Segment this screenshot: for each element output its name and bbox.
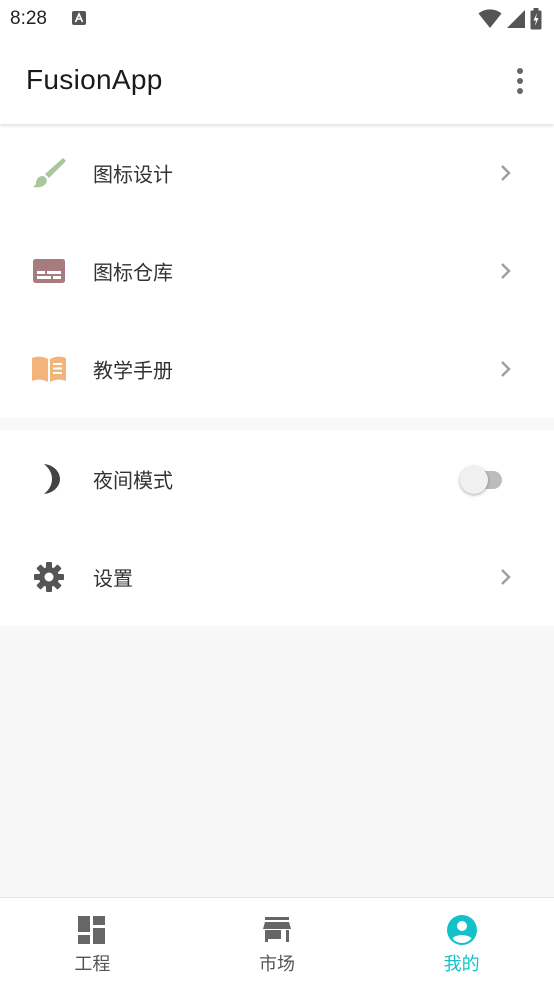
menu-item-label: 夜间模式 bbox=[93, 468, 173, 493]
menu-item-label: 教学手册 bbox=[93, 358, 173, 383]
dashboard-icon bbox=[78, 916, 106, 944]
store-icon bbox=[263, 917, 291, 942]
nav-label: 我的 bbox=[443, 954, 480, 975]
menu-item-settings[interactable]: 设置 bbox=[0, 528, 554, 626]
menu-item-icon-repository[interactable]: 图标仓库 bbox=[0, 222, 554, 320]
wifi-icon bbox=[478, 9, 502, 28]
nav-label: 市场 bbox=[259, 954, 295, 975]
chevron-right-icon bbox=[501, 569, 511, 585]
app-bar: FusionApp bbox=[0, 40, 554, 124]
status-bar: 8:28 bbox=[0, 0, 554, 40]
menu-group-tools: 图标设计 图标仓库 教学手册 bbox=[0, 124, 554, 418]
status-time: 8:28 bbox=[10, 8, 47, 29]
moon-icon bbox=[44, 464, 60, 494]
more-vert-dot bbox=[517, 78, 523, 84]
icon-wrap bbox=[30, 154, 68, 192]
paint-brush-icon bbox=[33, 158, 66, 188]
status-icons bbox=[478, 8, 542, 30]
notification-icon bbox=[72, 11, 86, 25]
icon-repository-icon bbox=[33, 259, 65, 283]
signal-icon bbox=[507, 10, 525, 28]
menu-item-label: 图标仓库 bbox=[93, 260, 173, 285]
icon-wrap bbox=[30, 350, 68, 388]
app-title: FusionApp bbox=[26, 64, 163, 95]
nav-item-market[interactable]: 市场 bbox=[185, 898, 370, 984]
menu-item-label: 图标设计 bbox=[93, 162, 173, 187]
open-book-icon bbox=[32, 356, 66, 382]
toggle-thumb bbox=[460, 466, 488, 494]
nav-item-mine[interactable]: 我的 bbox=[369, 898, 554, 984]
nav-item-projects[interactable]: 工程 bbox=[0, 898, 185, 984]
more-vert-icon bbox=[517, 68, 523, 74]
chevron-right-icon bbox=[501, 263, 511, 279]
icon-wrap bbox=[30, 252, 68, 290]
more-vert-dot bbox=[517, 88, 523, 94]
menu-item-icon-design[interactable]: 图标设计 bbox=[0, 124, 554, 222]
gear-icon bbox=[34, 562, 64, 592]
icon-wrap bbox=[30, 460, 68, 498]
overflow-menu-button[interactable] bbox=[508, 66, 532, 96]
chevron-right-icon bbox=[501, 361, 511, 377]
account-icon bbox=[446, 915, 477, 945]
icon-wrap bbox=[30, 558, 68, 596]
menu-group-preferences: 夜间模式 设置 bbox=[0, 430, 554, 626]
nav-label: 工程 bbox=[74, 954, 111, 975]
menu-item-tutorial[interactable]: 教学手册 bbox=[0, 320, 554, 418]
battery-icon bbox=[530, 8, 542, 30]
night-mode-toggle[interactable] bbox=[460, 463, 506, 495]
menu-item-night-mode[interactable]: 夜间模式 bbox=[0, 430, 554, 528]
bottom-navigation: 工程 市场 我的 bbox=[0, 897, 554, 984]
chevron-right-icon bbox=[501, 165, 511, 181]
menu-item-label: 设置 bbox=[93, 566, 133, 591]
